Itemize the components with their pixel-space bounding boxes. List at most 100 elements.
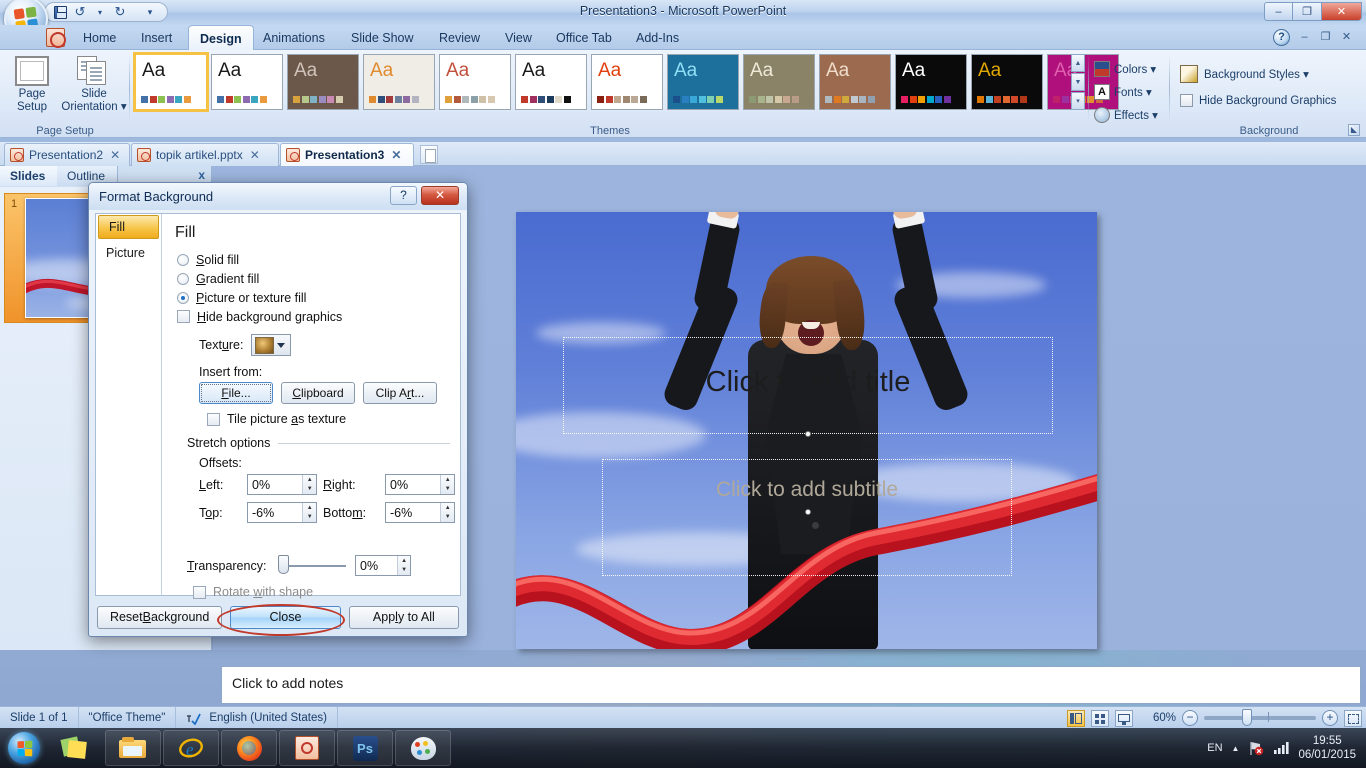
pane-close-button[interactable]: x	[198, 168, 205, 182]
offset-right-spin-arrows[interactable]: ▲ ▼	[440, 475, 454, 494]
start-button[interactable]	[2, 730, 46, 766]
background-styles-button[interactable]: Background Styles ▾	[1180, 65, 1309, 83]
slide-sorter-icon[interactable]	[1090, 709, 1109, 727]
doc-tab-close-icon[interactable]: ✕	[250, 148, 260, 162]
taskbar-photoshop[interactable]: Ps	[337, 730, 393, 766]
taskbar-paint[interactable]	[395, 730, 451, 766]
offset-top-stepper[interactable]: ▲▼	[247, 502, 317, 523]
theme-fonts-button[interactable]: A Fonts ▾	[1094, 81, 1152, 103]
theme-thumbnail[interactable]: Aa	[819, 54, 891, 110]
radio-solid-fill-button[interactable]	[177, 253, 189, 266]
apply-to-all-button[interactable]: App l y to All	[348, 605, 460, 629]
offset-top-spin-arrows[interactable]: ▲ ▼	[302, 503, 316, 522]
texture-dropdown-button[interactable]	[251, 334, 292, 356]
fit-slide-icon[interactable]	[1344, 709, 1362, 727]
theme-thumbnail[interactable]: Aa	[591, 54, 663, 110]
tab-home[interactable]: Home	[72, 25, 127, 50]
help-icon[interactable]: ?	[1273, 29, 1290, 46]
subtitle-placeholder[interactable]: Click to add subtitle	[602, 459, 1012, 576]
zoom-in-button[interactable]: +	[1322, 710, 1338, 726]
transparency-input[interactable]	[356, 558, 398, 573]
ribbon-minimize-button[interactable]: –	[1297, 30, 1312, 45]
slide-editing-surface[interactable]: Click to add title Click to add subtitle	[516, 212, 1097, 649]
customize-qat-icon[interactable]: ▾	[141, 4, 159, 20]
reset-background-button[interactable]: Reset Background	[97, 605, 223, 629]
transparency-slider[interactable]	[278, 554, 346, 574]
themes-scroll-down-icon[interactable]: ▼	[1071, 73, 1085, 91]
checkbox-hide-background-graphics[interactable]: Hide background graphics	[177, 307, 450, 326]
theme-thumbnail[interactable]: Aa	[667, 54, 739, 110]
themes-scroll-up-icon[interactable]: ▲	[1071, 54, 1085, 72]
slideshow-view-icon[interactable]	[1114, 709, 1133, 727]
doc-tab-close-icon[interactable]: ✕	[110, 148, 120, 162]
tray-language-label[interactable]: EN	[1207, 742, 1222, 754]
checkbox-tile-picture-as-texture[interactable]: Tile picture as texture	[207, 412, 450, 426]
offset-bottom-input[interactable]	[386, 505, 441, 520]
taskbar-firefox[interactable]	[221, 730, 277, 766]
radio-gradient-fill-button[interactable]	[177, 272, 189, 285]
tab-insert[interactable]: Insert	[130, 25, 183, 50]
radio-picture-or-texture-fill[interactable]: Picture or texture fill	[177, 288, 450, 307]
dialog-help-button[interactable]: ?	[390, 186, 417, 205]
restore-button[interactable]: ❐	[1293, 2, 1322, 21]
transparency-stepper[interactable]: ▲▼	[355, 555, 411, 576]
zoom-slider[interactable]	[1204, 709, 1316, 726]
undo-dropdown-icon[interactable]: ▾	[91, 4, 109, 20]
window-controls[interactable]: – ❐ ✕	[1264, 2, 1362, 21]
radio-gradient-fill[interactable]: Gradient fill	[177, 269, 450, 288]
tab-office-tab[interactable]: Office Tab	[545, 25, 623, 50]
offset-left-stepper[interactable]: ▲▼	[247, 474, 317, 495]
radio-picture-or-texture-fill-button[interactable]	[177, 291, 189, 304]
dialog-nav-fill[interactable]: Fill	[98, 215, 159, 239]
format-background-dialog[interactable]: Format Background ? ✕ Fill Picture Fill …	[88, 182, 468, 637]
theme-thumbnail[interactable]: Aa	[743, 54, 815, 110]
zoom-out-button[interactable]: −	[1182, 710, 1198, 726]
theme-thumbnail[interactable]: Aa	[287, 54, 359, 110]
office-button[interactable]	[4, 0, 48, 25]
dialog-title-bar[interactable]: Format Background ? ✕	[89, 183, 467, 210]
taskbar-clock[interactable]: 19:55 06/01/2015	[1298, 734, 1356, 762]
doc-tab-close-icon[interactable]: ✕	[391, 148, 401, 162]
insert-clipboard-button[interactable]: Clipboard	[281, 382, 355, 404]
tab-add-ins[interactable]: Add-Ins	[625, 25, 690, 50]
tab-animations[interactable]: Animations	[252, 25, 336, 50]
dialog-close-button[interactable]: ✕	[421, 186, 459, 205]
offset-right-stepper[interactable]: ▲▼	[385, 474, 455, 495]
placeholder-handle[interactable]	[805, 431, 811, 437]
offset-left-spin-arrows[interactable]: ▲ ▼	[302, 475, 316, 494]
taskbar-powerpoint[interactable]	[279, 730, 335, 766]
dialog-close-action-button[interactable]: Close	[230, 605, 341, 629]
notes-placeholder[interactable]: Click to add notes	[221, 666, 1361, 704]
offset-bottom-stepper[interactable]: ▲▼	[385, 502, 455, 523]
doc-tab-topik-artikel[interactable]: topik artikel.pptx ✕	[131, 143, 279, 166]
windows-taskbar[interactable]: e Ps EN ▲ 19:55 06/01/2015	[0, 728, 1366, 768]
ribbon-close-button[interactable]: ✕	[1339, 30, 1354, 45]
transparency-row[interactable]: Transparency: ▲▼	[187, 554, 450, 576]
status-language[interactable]: English (United States)	[176, 706, 338, 729]
status-view-controls[interactable]: 60% − +	[1066, 708, 1362, 728]
theme-thumbnail[interactable]: Aa	[211, 54, 283, 110]
offset-right-input[interactable]	[386, 477, 441, 492]
texture-picker-row[interactable]: Texture:	[199, 334, 450, 356]
volume-icon[interactable]	[1273, 741, 1290, 755]
zoom-slider-thumb[interactable]	[1242, 709, 1252, 726]
new-tab-button[interactable]	[420, 145, 438, 164]
offset-bottom-spin-arrows[interactable]: ▲ ▼	[440, 503, 454, 522]
theme-colors-button[interactable]: Colors ▾	[1094, 58, 1156, 80]
theme-thumbnail[interactable]: Aa	[515, 54, 587, 110]
notes-splitter[interactable]	[221, 656, 1361, 662]
radio-solid-fill[interactable]: Solid fill	[177, 250, 450, 269]
doc-tab-presentation2[interactable]: Presentation2 ✕	[4, 143, 130, 166]
theme-thumbnail[interactable]: Aa	[439, 54, 511, 110]
taskbar-windows-explorer[interactable]	[105, 730, 161, 766]
theme-thumbnail[interactable]: Aa	[363, 54, 435, 110]
offset-top-input[interactable]	[248, 505, 303, 520]
close-button[interactable]: ✕	[1322, 2, 1362, 21]
taskbar-sticky-notes[interactable]	[47, 730, 103, 766]
tab-slide-show[interactable]: Slide Show	[340, 25, 425, 50]
pane-tab-slides[interactable]: Slides	[0, 166, 59, 186]
transparency-slider-thumb[interactable]	[278, 554, 289, 574]
background-dialog-launcher[interactable]: ◣	[1348, 124, 1360, 136]
placeholder-handle[interactable]	[805, 509, 811, 515]
theme-effects-button[interactable]: Effects ▾	[1094, 104, 1158, 126]
